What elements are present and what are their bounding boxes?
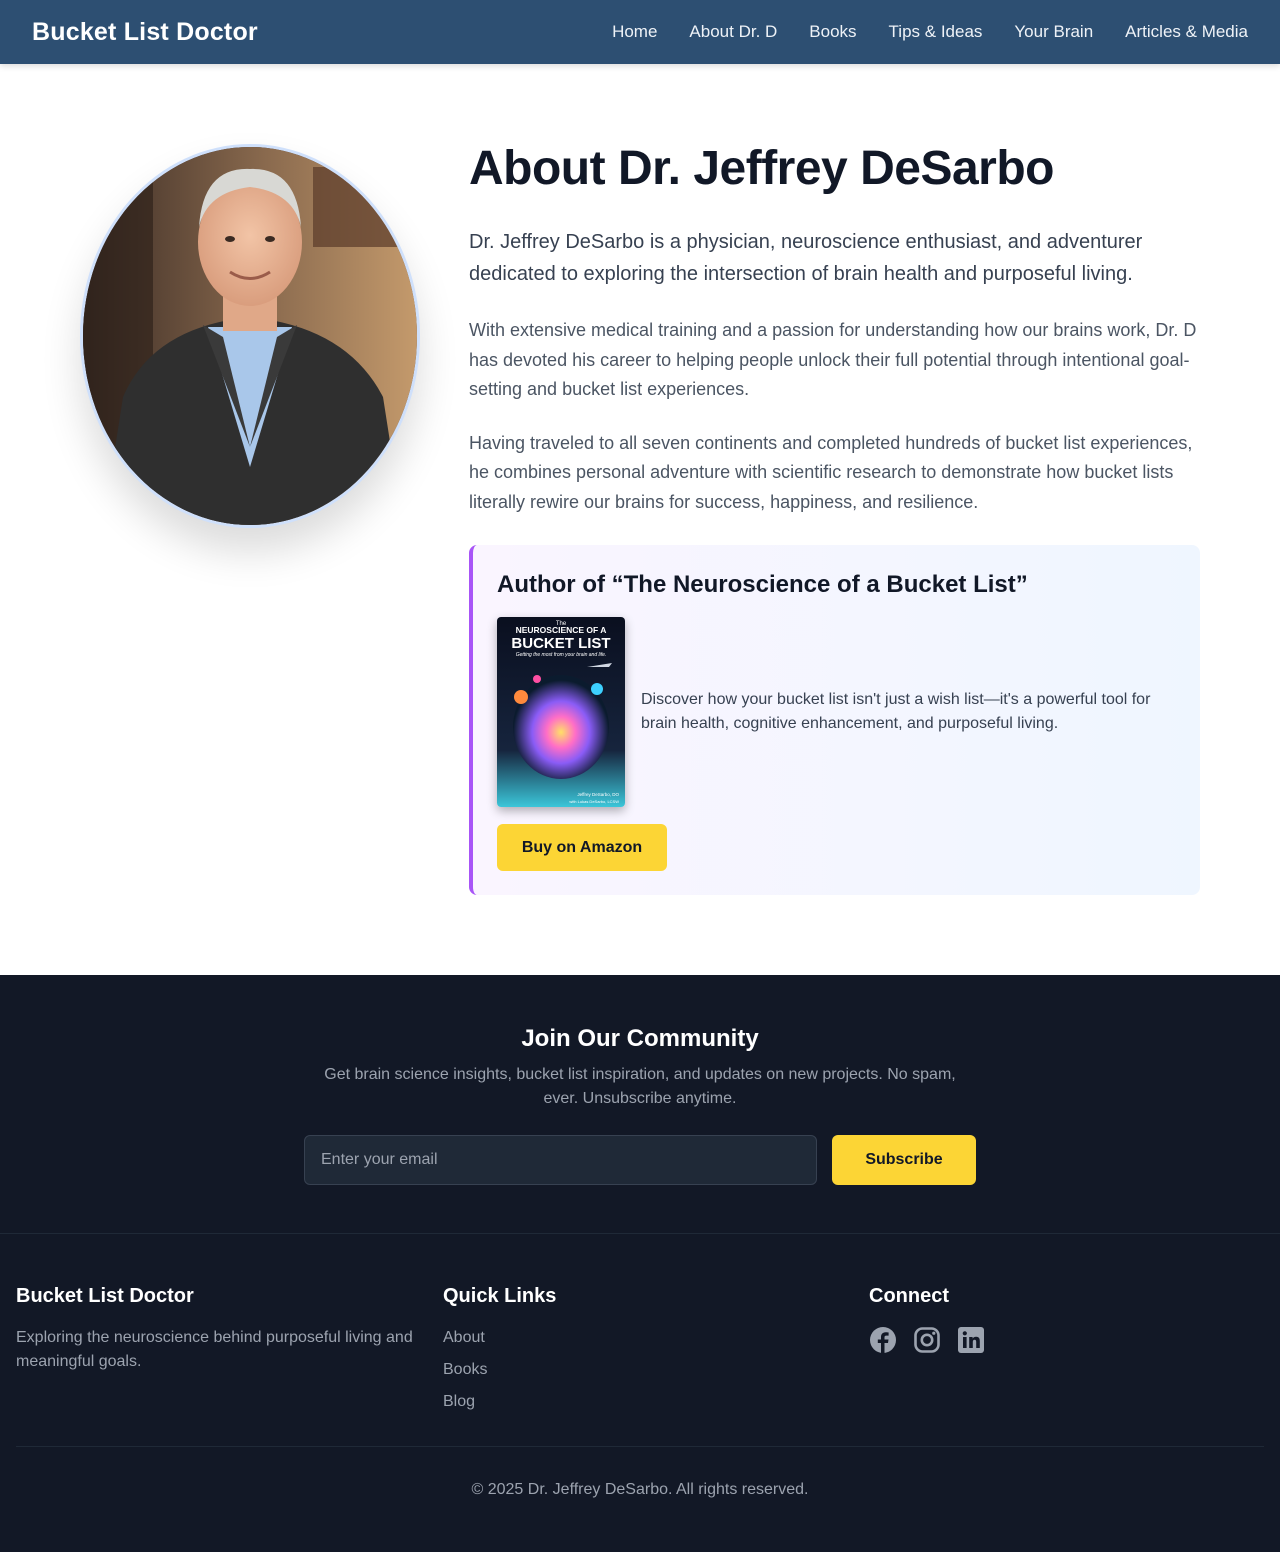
page-title: About Dr. Jeffrey DeSarbo: [469, 142, 1054, 195]
footer-divider: [0, 1233, 1280, 1234]
nav-link-tips[interactable]: Tips & Ideas: [889, 22, 983, 42]
social-links: [869, 1326, 985, 1354]
footer-link-books[interactable]: Books: [443, 1358, 487, 1382]
about-lead: Dr. Jeffrey DeSarbo is a physician, neur…: [469, 231, 1143, 285]
linkedin-icon[interactable]: [957, 1326, 985, 1354]
book-cover-image[interactable]: The NEUROSCIENCE OF A BUCKET LIST Gettin…: [497, 617, 625, 807]
nav-link-about[interactable]: About Dr. D: [689, 22, 777, 42]
nav-link-articles[interactable]: Articles & Media: [1125, 22, 1248, 42]
footer-brand-title: Bucket List Doctor: [16, 1285, 194, 1307]
footer-brand-text: Exploring the neuroscience behind purpos…: [16, 1329, 413, 1370]
subscribe-button[interactable]: Subscribe: [832, 1135, 976, 1185]
site-logo[interactable]: Bucket List Doctor: [32, 18, 258, 47]
buy-on-amazon-button[interactable]: Buy on Amazon: [497, 824, 667, 871]
nav-links: Home About Dr. D Books Tips & Ideas Your…: [612, 22, 1248, 42]
newsletter-subtitle: Get brain science insights, bucket list …: [324, 1066, 956, 1107]
about-paragraph-2: Having traveled to all seven continents …: [469, 432, 1193, 512]
portrait-frame: [80, 144, 420, 528]
portrait-photo: [83, 147, 417, 525]
quick-links: About Books Blog: [443, 1326, 487, 1414]
about-section: About Dr. Jeffrey DeSarbo Dr. Jeffrey De…: [469, 140, 1201, 517]
site-footer: Join Our Community Get brain science ins…: [0, 975, 1280, 1552]
footer-bottom-divider: [16, 1446, 1264, 1447]
facebook-icon[interactable]: [869, 1326, 897, 1354]
top-navbar: Bucket List Doctor Home About Dr. D Book…: [0, 0, 1280, 64]
copyright-text: © 2025 Dr. Jeffrey DeSarbo. All rights r…: [471, 1481, 809, 1498]
cover-line-3: BUCKET LIST: [511, 635, 610, 652]
book-description: Discover how your bucket list isn't just…: [641, 691, 1151, 732]
instagram-icon[interactable]: [913, 1326, 941, 1354]
cover-line-2: NEUROSCIENCE OF A: [516, 625, 607, 635]
quick-links-title: Quick Links: [443, 1285, 557, 1307]
book-card: Author of “The Neuroscience of a Bucket …: [469, 545, 1200, 895]
email-input[interactable]: [304, 1135, 817, 1185]
cover-coauthor: with Lukas DeSarbo, LCSW: [569, 799, 619, 804]
newsletter-title: Join Our Community: [521, 1025, 759, 1052]
about-paragraph-1: With extensive medical training and a pa…: [469, 320, 1197, 399]
connect-title: Connect: [869, 1285, 949, 1307]
footer-link-about[interactable]: About: [443, 1326, 487, 1350]
footer-link-blog[interactable]: Blog: [443, 1390, 487, 1414]
book-heading: Author of “The Neuroscience of a Bucket …: [497, 571, 1028, 598]
cover-tagline: Getting the most from your brain and lif…: [516, 652, 607, 658]
nav-link-books[interactable]: Books: [809, 22, 856, 42]
nav-link-your-brain[interactable]: Your Brain: [1014, 22, 1093, 42]
nav-link-home[interactable]: Home: [612, 22, 657, 42]
cover-author: Jeffrey DeSarbo, DO: [577, 792, 619, 797]
